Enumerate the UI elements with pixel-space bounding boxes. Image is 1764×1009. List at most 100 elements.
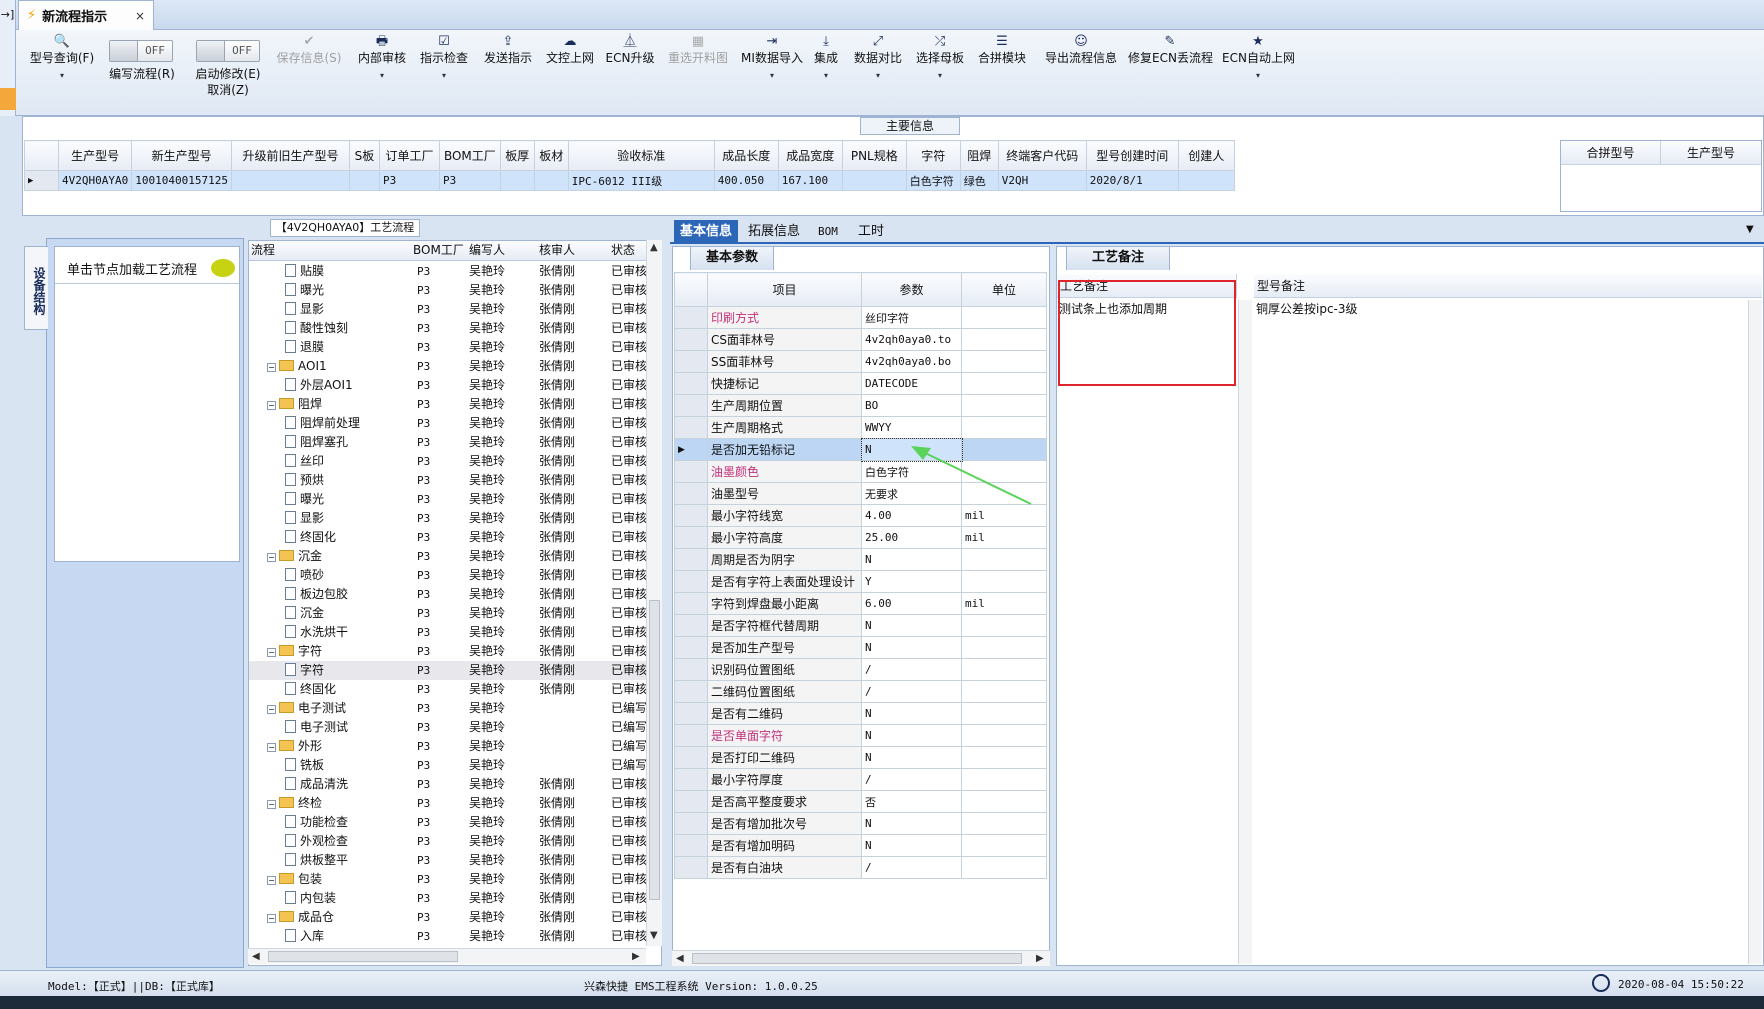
chevron-down-icon[interactable]: ▾ bbox=[738, 68, 806, 84]
tab-work-hours[interactable]: 工时 bbox=[852, 220, 890, 244]
param-row[interactable]: 最小字符厚度 / bbox=[674, 768, 1047, 791]
main-info-cell[interactable]: V2QH bbox=[997, 170, 1087, 191]
param-value[interactable]: 4v2qh0aya0.bo bbox=[861, 350, 962, 373]
tree-node[interactable]: − AOI1 P3 吴艳玲 张倩刚 已审核 bbox=[249, 357, 647, 376]
main-info-cell[interactable]: 400.050 bbox=[713, 170, 779, 191]
param-value[interactable]: / bbox=[861, 856, 962, 879]
tab-extended-info[interactable]: 拓展信息 bbox=[742, 220, 806, 244]
main-info-cell[interactable]: IPC-6012 III级 bbox=[567, 170, 715, 191]
param-row[interactable]: 是否有白油块 / bbox=[674, 856, 1047, 879]
doc-control-online-button[interactable]: ☁ 文控上网 bbox=[542, 34, 598, 66]
tree-node[interactable]: 曝光 P3 吴艳玲 张倩刚 已审核 bbox=[249, 281, 647, 300]
document-tab[interactable]: ⚡ 新流程指示 × bbox=[18, 0, 154, 30]
tree-node[interactable]: − 阻焊 P3 吴艳玲 张倩刚 已审核 bbox=[249, 395, 647, 414]
param-row[interactable]: 快捷标记 DATECODE bbox=[674, 372, 1047, 395]
collapse-icon[interactable]: − bbox=[267, 800, 276, 809]
param-value[interactable]: N bbox=[861, 724, 962, 747]
row-indicator[interactable] bbox=[674, 856, 708, 879]
row-indicator[interactable] bbox=[674, 746, 708, 769]
chevron-down-icon[interactable]: ▾ bbox=[354, 68, 410, 84]
row-indicator[interactable] bbox=[674, 702, 708, 725]
main-info-cell[interactable] bbox=[841, 170, 907, 191]
main-info-header[interactable]: S板 bbox=[348, 140, 380, 171]
model-remark-text[interactable]: 铜厚公差按ipc-3级 bbox=[1256, 300, 1358, 317]
row-indicator[interactable] bbox=[674, 372, 708, 395]
row-indicator[interactable] bbox=[674, 658, 708, 681]
row-indicator[interactable] bbox=[674, 812, 708, 835]
tree-node[interactable]: − 电子测试 P3 吴艳玲 已编写 bbox=[249, 699, 647, 718]
row-indicator[interactable] bbox=[674, 570, 708, 593]
row-indicator[interactable] bbox=[674, 504, 708, 527]
main-info-cell[interactable]: 2020/8/1 bbox=[1085, 170, 1179, 191]
main-info-cell[interactable]: 10010400157125 bbox=[131, 170, 232, 191]
tree-node[interactable]: − 沉金 P3 吴艳玲 张倩刚 已审核 bbox=[249, 547, 647, 566]
tree-node[interactable]: 铣板 P3 吴艳玲 已编写 bbox=[249, 756, 647, 775]
chevron-down-icon[interactable]: ▾ bbox=[1222, 68, 1294, 84]
row-indicator[interactable]: ▶ bbox=[674, 438, 708, 461]
chevron-down-icon[interactable]: ▼ bbox=[1746, 224, 1754, 235]
collapse-icon[interactable]: − bbox=[267, 401, 276, 410]
collapse-icon[interactable]: − bbox=[267, 363, 276, 372]
param-row[interactable]: 是否字符框代替周期 N bbox=[674, 614, 1047, 637]
device-structure-tab[interactable]: 设备结构 bbox=[24, 246, 48, 330]
param-row[interactable]: 最小字符高度 25.00 mil bbox=[674, 526, 1047, 549]
tree-node[interactable]: 终固化 P3 吴艳玲 张倩刚 已审核 bbox=[249, 680, 647, 699]
send-instruction-button[interactable]: ⇪ 发送指示 bbox=[480, 34, 536, 66]
param-row[interactable]: SS面菲林号 4v2qh0aya0.bo bbox=[674, 350, 1047, 373]
main-info-cell[interactable]: P3 bbox=[438, 170, 501, 191]
main-info-cell[interactable]: 白色字符 bbox=[905, 170, 961, 191]
tree-node[interactable]: 喷砂 P3 吴艳玲 张倩刚 已审核 bbox=[249, 566, 647, 585]
internal-review-button[interactable]: 🖶 内部审核 ▾ bbox=[354, 34, 410, 84]
main-info-header[interactable]: 终端客户代码 bbox=[997, 140, 1087, 171]
tree-horizontal-scrollbar[interactable]: ◀ ▶ bbox=[248, 948, 646, 964]
row-indicator[interactable]: ▶ bbox=[24, 170, 59, 191]
tree-node[interactable]: 外层AOI1 P3 吴艳玲 张倩刚 已审核 bbox=[249, 376, 647, 395]
param-row[interactable]: 是否有增加明码 N bbox=[674, 834, 1047, 857]
param-row[interactable]: 是否有字符上表面处理设计 Y bbox=[674, 570, 1047, 593]
row-indicator[interactable] bbox=[674, 614, 708, 637]
main-info-header[interactable]: 板材 bbox=[533, 140, 569, 171]
tree-node[interactable]: 沉金 P3 吴艳玲 张倩刚 已审核 bbox=[249, 604, 647, 623]
tree-node[interactable]: 电子测试 P3 吴艳玲 已编写 bbox=[249, 718, 647, 737]
tree-node[interactable]: 退膜 P3 吴艳玲 张倩刚 已审核 bbox=[249, 338, 647, 357]
param-row[interactable]: 是否加生产型号 N bbox=[674, 636, 1047, 659]
chevron-down-icon[interactable]: ▾ bbox=[26, 68, 98, 84]
param-row[interactable]: 是否有二维码 N bbox=[674, 702, 1047, 725]
param-value[interactable]: Y bbox=[861, 570, 962, 593]
integrate-button[interactable]: ⤓ 集成 ▾ bbox=[810, 34, 842, 84]
tree-node[interactable]: 字符 P3 吴艳玲 张倩刚 已审核 bbox=[249, 661, 647, 680]
main-info-header[interactable]: 验收标准 bbox=[567, 140, 715, 171]
tree-node[interactable]: 功能检查 P3 吴艳玲 张倩刚 已审核 bbox=[249, 813, 647, 832]
main-info-header[interactable]: 板厚 bbox=[499, 140, 535, 171]
chevron-down-icon[interactable]: ▾ bbox=[810, 68, 842, 84]
tab-bom[interactable]: BOM bbox=[812, 220, 844, 244]
collapse-icon[interactable]: − bbox=[267, 876, 276, 885]
param-value[interactable]: N bbox=[861, 636, 962, 659]
main-info-header[interactable]: 升级前旧生产型号 bbox=[230, 140, 350, 171]
tree-node[interactable]: 内包装 P3 吴艳玲 张倩刚 已审核 bbox=[249, 889, 647, 908]
tree-vertical-scrollbar[interactable]: ▲ ▼ bbox=[646, 240, 662, 946]
main-info-header[interactable]: 成品宽度 bbox=[777, 140, 843, 171]
main-info-cell[interactable] bbox=[230, 170, 350, 191]
chevron-down-icon[interactable]: ▾ bbox=[850, 68, 906, 84]
param-row[interactable]: 印刷方式 丝印字符 bbox=[674, 306, 1047, 329]
param-value[interactable]: 25.00 bbox=[861, 526, 962, 549]
tree-node[interactable]: 外观检查 P3 吴艳玲 张倩刚 已审核 bbox=[249, 832, 647, 851]
process-remark-scrollbar[interactable] bbox=[1238, 300, 1252, 964]
main-info-cell[interactable] bbox=[499, 170, 535, 191]
mi-data-import-button[interactable]: ⇥ MI数据导入 ▾ bbox=[738, 34, 806, 84]
tree-node[interactable]: 贴膜 P3 吴艳玲 张倩刚 已审核 bbox=[249, 262, 647, 281]
param-row[interactable]: 是否打印二维码 N bbox=[674, 746, 1047, 769]
tree-node[interactable]: − 包装 P3 吴艳玲 张倩刚 已审核 bbox=[249, 870, 647, 889]
row-indicator[interactable] bbox=[674, 592, 708, 615]
tree-node[interactable]: 显影 P3 吴艳玲 张倩刚 已审核 bbox=[249, 509, 647, 528]
param-value[interactable]: / bbox=[861, 680, 962, 703]
param-value[interactable]: / bbox=[861, 768, 962, 791]
param-value[interactable]: 丝印字符 bbox=[861, 306, 962, 329]
ecn-upgrade-button[interactable]: ⏅ ECN升级 bbox=[604, 34, 656, 66]
row-indicator[interactable] bbox=[674, 394, 708, 417]
main-info-header[interactable]: 新生产型号 bbox=[131, 140, 232, 171]
tree-node[interactable]: 曝光 P3 吴艳玲 张倩刚 已审核 bbox=[249, 490, 647, 509]
data-compare-button[interactable]: ⤢ 数据对比 ▾ bbox=[850, 34, 906, 84]
select-motherboard-button[interactable]: ⤮ 选择母板 ▾ bbox=[912, 34, 968, 84]
